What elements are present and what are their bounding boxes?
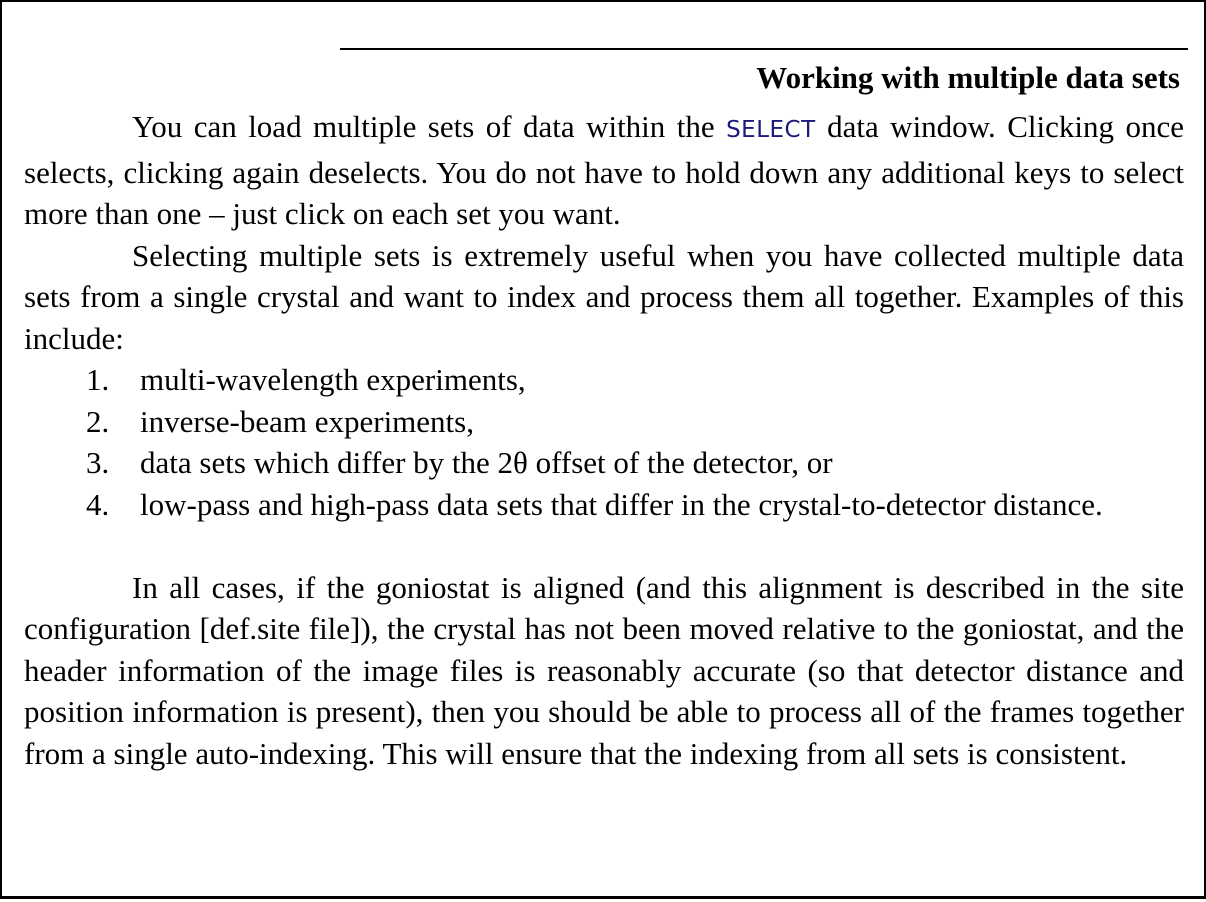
list-item-text: data sets which differ by the 2θ offset …: [140, 445, 833, 480]
header-rule: [340, 48, 1188, 50]
list-item: 4. low-pass and high-pass data sets that…: [24, 484, 1184, 526]
list-item-number: 3.: [86, 445, 110, 480]
list-item: 1. multi-wavelength experiments,: [24, 359, 1184, 401]
list-item-text: low-pass and high-pass data sets that di…: [140, 486, 1103, 522]
list-item-number: 1.: [86, 362, 110, 397]
list-item-number: 4.: [86, 486, 110, 522]
list-item-text: inverse-beam experiments,: [140, 403, 474, 439]
intro-text-before: You can load multiple sets of data withi…: [132, 109, 727, 144]
intro-paragraph: You can load multiple sets of data withi…: [24, 106, 1184, 235]
alignment-paragraph: In all cases, if the goniostat is aligne…: [24, 569, 1184, 771]
examples-list: 1. multi-wavelength experiments, 2. inve…: [24, 359, 1184, 525]
select-window-keyword: SELECT: [726, 117, 816, 143]
list-item: 3. data sets which differ by the 2θ offs…: [24, 442, 1184, 484]
list-item-number: 2.: [86, 403, 110, 439]
list-item-text: multi-wavelength experiments,: [140, 362, 526, 397]
list-item: 2. inverse-beam experiments,: [24, 401, 1184, 443]
multiple-sets-paragraph: Selecting multiple sets is extremely use…: [24, 237, 1184, 356]
document-frame: Working with multiple data sets You can …: [0, 0, 1206, 899]
document-body: You can load multiple sets of data withi…: [24, 106, 1184, 774]
section-heading: Working with multiple data sets: [756, 60, 1180, 95]
